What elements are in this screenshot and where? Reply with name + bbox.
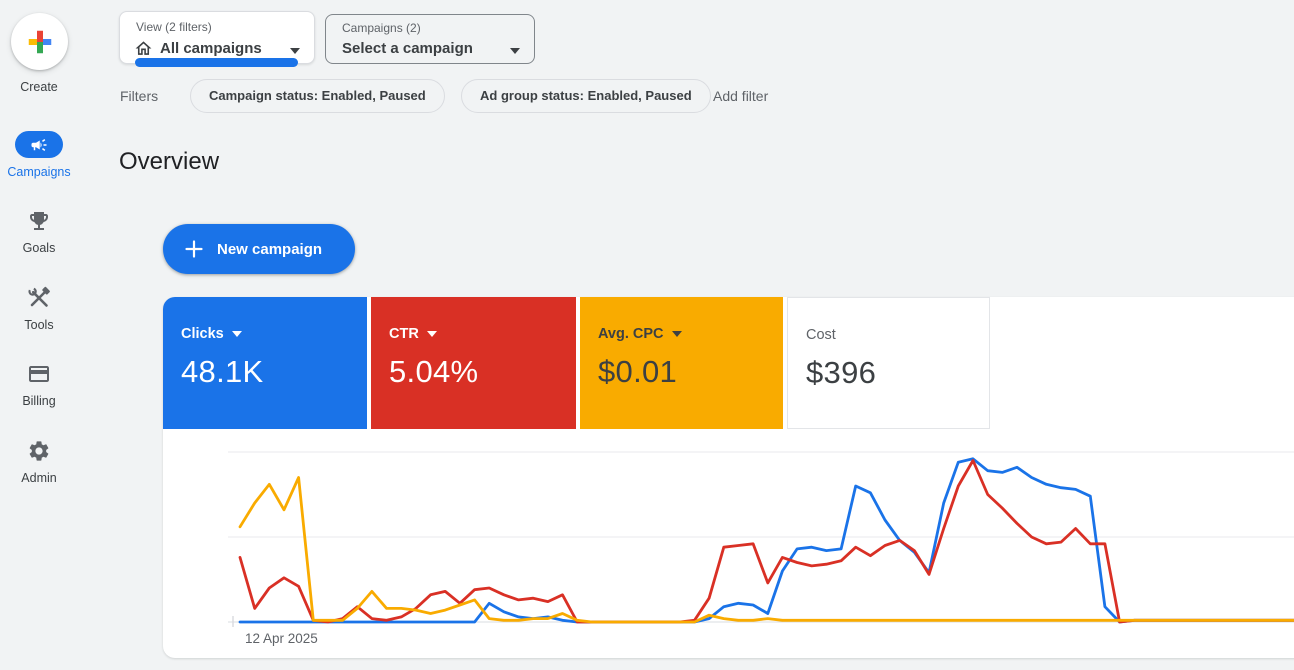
trophy-icon: [27, 209, 51, 233]
chevron-down-icon: [232, 331, 242, 337]
view-selector-label: View (2 filters): [136, 20, 212, 34]
sidebar-item-billing[interactable]: [0, 362, 78, 386]
campaigns-active-pill: [15, 131, 63, 158]
metric-tab-value: $0.01: [598, 354, 677, 390]
home-icon: [134, 39, 153, 58]
metric-tab-label: Cost: [806, 327, 836, 343]
metric-tab-label: Avg. CPC: [598, 326, 664, 342]
metric-tab-value: 5.04%: [389, 354, 478, 390]
campaign-selector-label: Campaigns (2): [342, 21, 421, 35]
page-title: Overview: [119, 148, 219, 176]
chart-line-clicks: [240, 459, 1294, 622]
sidebar-label-tools: Tools: [0, 318, 78, 332]
sidebar-item-admin[interactable]: [0, 439, 78, 463]
credit-card-icon: [27, 362, 51, 386]
filters-label: Filters: [120, 88, 158, 104]
metric-tab-value: $396: [806, 355, 876, 391]
overview-chart[interactable]: [163, 430, 1294, 658]
sidebar-label-campaigns: Campaigns: [0, 165, 78, 179]
view-selector[interactable]: View (2 filters) All campaigns: [119, 11, 315, 64]
megaphone-icon: [30, 136, 48, 154]
gear-icon: [27, 439, 51, 463]
sidebar-label-goals: Goals: [0, 241, 78, 255]
campaign-selector[interactable]: Campaigns (2) Select a campaign: [325, 14, 535, 64]
chart-series-group: [240, 459, 1294, 622]
chart-line-ctr: [240, 461, 1294, 623]
nav-rail: Create Campaigns Goals Tools Billing: [0, 0, 78, 670]
chevron-down-icon: [427, 331, 437, 337]
sidebar-item-campaigns[interactable]: [0, 131, 78, 158]
chart-line-avg-cpc: [240, 478, 1294, 623]
create-label: Create: [0, 80, 78, 94]
view-selected-indicator: [135, 58, 298, 67]
metric-tab-value: 48.1K: [181, 354, 264, 390]
add-filter-button[interactable]: Add filter: [713, 88, 768, 104]
sidebar-label-admin: Admin: [0, 471, 78, 485]
new-campaign-button[interactable]: New campaign: [163, 224, 355, 274]
hammer-wrench-icon: [27, 286, 51, 310]
filter-chip-adgroup-status[interactable]: Ad group status: Enabled, Paused: [461, 79, 711, 113]
chevron-down-icon: [672, 331, 682, 337]
chevron-down-icon: [290, 48, 300, 54]
metric-tab-label: CTR: [389, 326, 419, 342]
plus-icon: [184, 239, 204, 259]
overview-card: Clicks 48.1K CTR 5.04% Avg. CPC $0.01 Co…: [163, 297, 1294, 658]
metric-tab-ctr[interactable]: CTR 5.04%: [371, 297, 576, 429]
campaign-selector-value: Select a campaign: [342, 40, 473, 57]
metric-tab-avg-cpc[interactable]: Avg. CPC $0.01: [580, 297, 783, 429]
sidebar-item-goals[interactable]: [0, 209, 78, 233]
create-button[interactable]: [11, 13, 68, 70]
chevron-down-icon: [510, 48, 520, 54]
metric-tab-clicks[interactable]: Clicks 48.1K: [163, 297, 367, 429]
metric-tab-cost[interactable]: Cost $396: [787, 297, 990, 429]
sidebar-label-billing: Billing: [0, 394, 78, 408]
metric-tab-label: Clicks: [181, 326, 224, 342]
new-campaign-label: New campaign: [217, 241, 322, 258]
sidebar-item-tools[interactable]: [0, 286, 78, 310]
x-axis-first-date-label: 12 Apr 2025: [245, 631, 318, 646]
filter-chip-campaign-status[interactable]: Campaign status: Enabled, Paused: [190, 79, 445, 113]
view-selector-value: All campaigns: [160, 40, 262, 57]
google-plus-icon: [25, 27, 55, 57]
